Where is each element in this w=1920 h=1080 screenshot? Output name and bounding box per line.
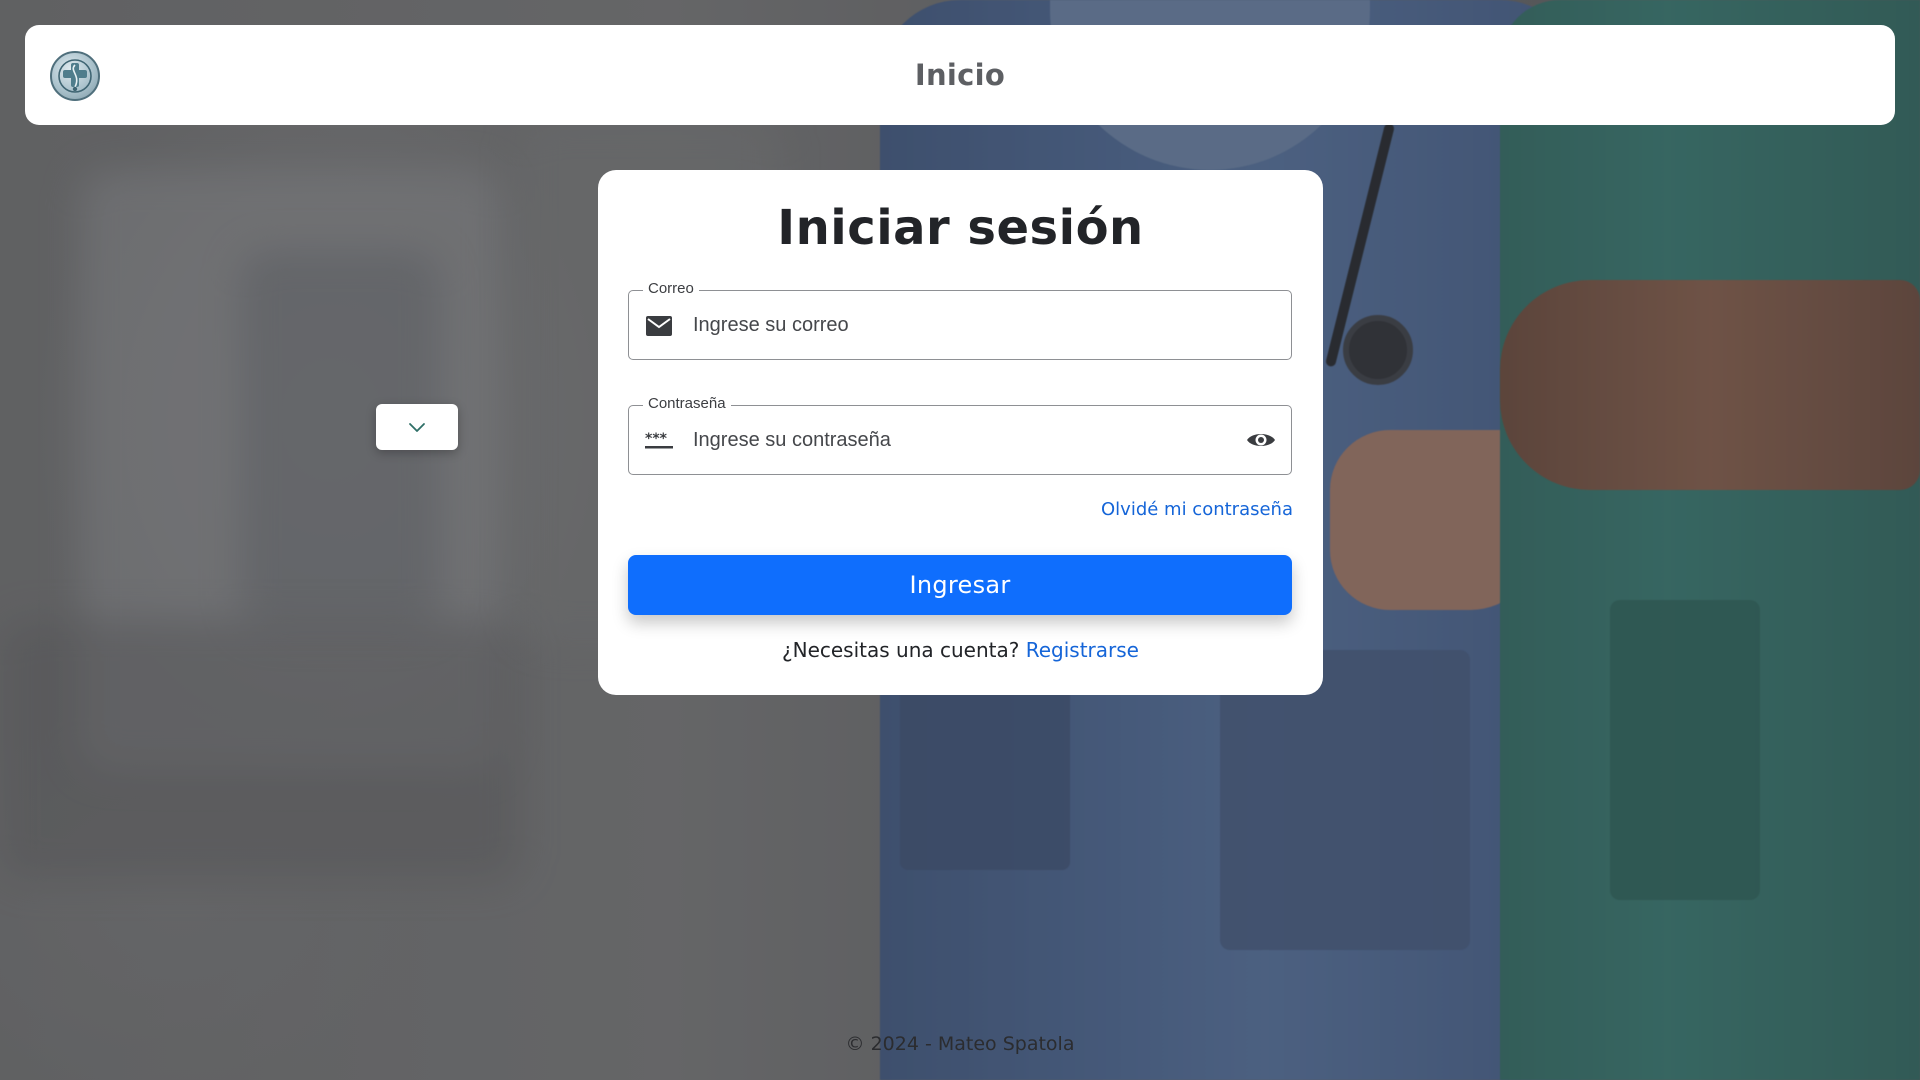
login-card: Iniciar sesión Correo Contraseña ***	[598, 170, 1323, 695]
svg-text:***: ***	[645, 432, 668, 447]
email-input[interactable]	[693, 291, 1233, 359]
envelope-icon	[645, 313, 673, 339]
forgot-password-link[interactable]: Olvidé mi contraseña	[1101, 499, 1293, 520]
footer-copyright: © 2024 - Mateo Spatola	[845, 1033, 1075, 1055]
dropdown-toggle-button[interactable]	[376, 404, 458, 450]
medical-cross-icon[interactable]	[50, 51, 100, 101]
login-submit-button[interactable]: Ingresar	[628, 555, 1292, 615]
password-input[interactable]	[693, 406, 1233, 474]
page-title[interactable]: Inicio	[915, 58, 1005, 92]
eye-icon[interactable]	[1245, 426, 1277, 454]
register-prompt-text: ¿Necesitas una cuenta?	[782, 638, 1026, 662]
register-link[interactable]: Registrarse	[1026, 638, 1139, 662]
password-field[interactable]: Contraseña ***	[628, 395, 1292, 475]
chevron-down-icon	[409, 423, 425, 432]
email-field[interactable]: Correo	[628, 280, 1292, 360]
email-field-label: Correo	[643, 280, 699, 297]
login-title: Iniciar sesión	[777, 200, 1144, 256]
register-prompt: ¿Necesitas una cuenta? Registrarse	[598, 638, 1323, 662]
password-dots-icon: ***	[645, 428, 673, 454]
top-navbar: Inicio	[25, 25, 1895, 125]
